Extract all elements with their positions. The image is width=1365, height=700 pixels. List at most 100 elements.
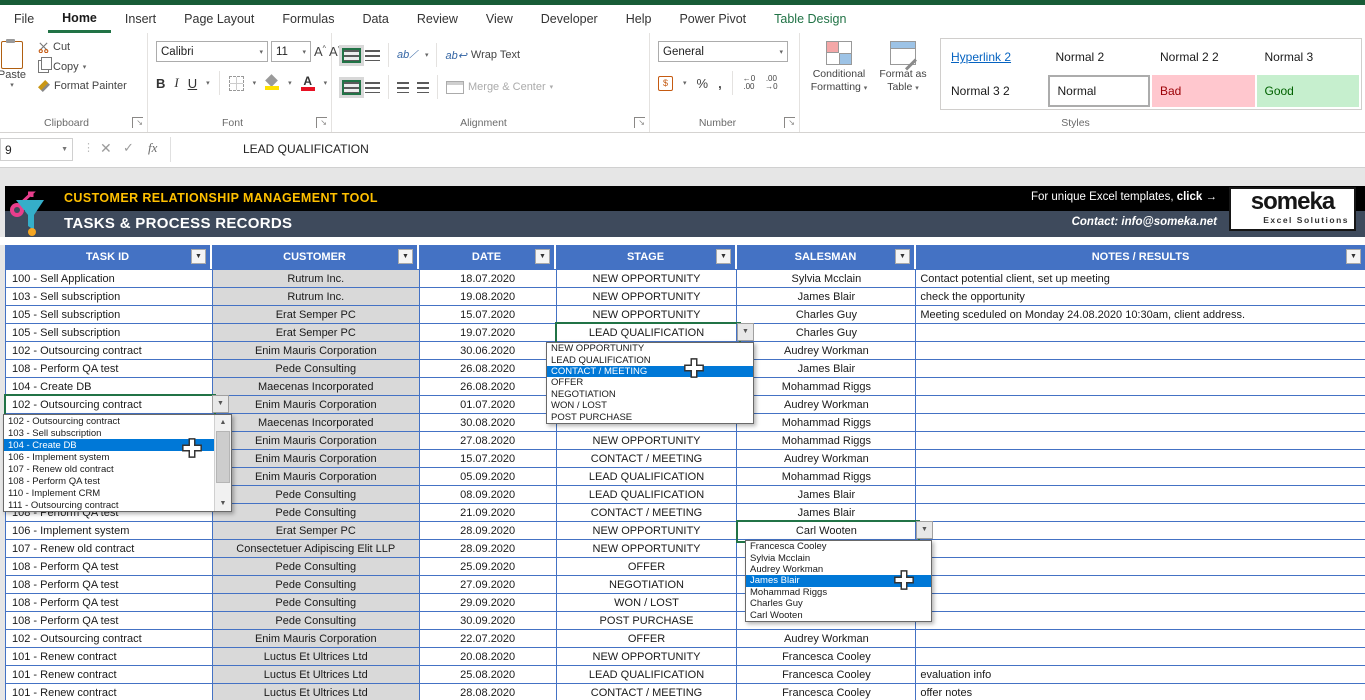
cell-notes[interactable]: evaluation info xyxy=(916,666,1365,684)
cell-customer[interactable]: Enim Mauris Corporation xyxy=(213,630,420,648)
number-format-select[interactable]: General▾ xyxy=(658,41,788,62)
cell-stage[interactable]: WON / LOST xyxy=(557,594,738,612)
filter-button[interactable]: ▼ xyxy=(716,249,731,264)
cell-stage[interactable]: CONTACT / MEETING xyxy=(557,504,738,522)
cell-date[interactable]: 27.08.2020 xyxy=(420,432,557,450)
cell-date[interactable]: 01.07.2020 xyxy=(420,396,557,414)
style-chip-normal[interactable]: Normal xyxy=(1048,75,1151,107)
tab-help[interactable]: Help xyxy=(612,5,666,33)
style-chip-good[interactable]: Good xyxy=(1257,75,1360,107)
cell-notes[interactable] xyxy=(916,522,1365,540)
dropdown-scrollbar[interactable]: ▲ ▼ xyxy=(214,415,231,511)
cell-notes[interactable] xyxy=(916,450,1365,468)
name-box-dropdown-icon[interactable]: ▼ xyxy=(61,146,68,153)
cell-stage[interactable]: NEGOTIATION xyxy=(557,576,738,594)
cell-customer[interactable]: Erat Semper PC xyxy=(213,306,420,324)
cell-customer[interactable]: Pede Consulting xyxy=(213,576,420,594)
cell-date[interactable]: 25.08.2020 xyxy=(420,666,557,684)
cell-customer[interactable]: Luctus Et Ultrices Ltd xyxy=(213,648,420,666)
task-option[interactable]: 107 - Renew old contract xyxy=(4,463,214,475)
cell-customer[interactable]: Rutrum Inc. xyxy=(213,288,420,306)
cell-notes[interactable] xyxy=(916,360,1365,378)
cell-notes[interactable] xyxy=(916,378,1365,396)
stage-option[interactable]: NEW OPPORTUNITY xyxy=(547,343,753,354)
cell-notes[interactable]: Meeting sceduled on Monday 24.08.2020 10… xyxy=(916,306,1365,324)
cell-customer[interactable]: Erat Semper PC xyxy=(213,324,420,342)
tab-home[interactable]: Home xyxy=(48,5,111,33)
cell-stage[interactable]: NEW OPPORTUNITY xyxy=(557,648,738,666)
cell-salesman[interactable]: Audrey Workman xyxy=(737,630,916,648)
cell-customer[interactable]: Pede Consulting xyxy=(213,360,420,378)
cell-date[interactable]: 25.09.2020 xyxy=(420,558,557,576)
cell-customer[interactable]: Luctus Et Ultrices Ltd xyxy=(213,684,420,700)
tab-formulas[interactable]: Formulas xyxy=(268,5,348,33)
cell-notes[interactable] xyxy=(916,468,1365,486)
cell-task[interactable]: 105 - Sell subscription xyxy=(6,306,213,324)
cell-customer[interactable]: Maecenas Incorporated xyxy=(213,378,420,396)
tab-insert[interactable]: Insert xyxy=(111,5,170,33)
cell-date[interactable]: 28.08.2020 xyxy=(420,684,557,700)
font-color-button[interactable]: A xyxy=(301,75,315,91)
cell-salesman[interactable]: Francesca Cooley xyxy=(737,666,916,684)
cell-date[interactable]: 30.08.2020 xyxy=(420,414,557,432)
tab-table-design[interactable]: Table Design xyxy=(760,5,860,33)
cell-date[interactable]: 27.09.2020 xyxy=(420,576,557,594)
banner-promo[interactable]: For unique Excel templates, click → xyxy=(1031,191,1217,203)
fill-color-button[interactable] xyxy=(265,76,279,90)
cell-task[interactable]: 108 - Perform QA test xyxy=(6,576,213,594)
cell-date[interactable]: 05.09.2020 xyxy=(420,468,557,486)
tab-developer[interactable]: Developer xyxy=(527,5,612,33)
cell-salesman[interactable]: Mohammad Riggs xyxy=(737,468,916,486)
name-box[interactable]: 9 ▼ xyxy=(0,138,73,161)
accounting-format-button[interactable]: $ xyxy=(658,76,673,91)
borders-button[interactable] xyxy=(229,76,244,91)
cell-date[interactable]: 15.07.2020 xyxy=(420,450,557,468)
cell-task[interactable]: 108 - Perform QA test xyxy=(6,594,213,612)
cell-date[interactable]: 26.08.2020 xyxy=(420,360,557,378)
tab-page-layout[interactable]: Page Layout xyxy=(170,5,268,33)
cell-task[interactable]: 104 - Create DB xyxy=(6,378,213,396)
cell-customer[interactable]: Pede Consulting xyxy=(213,612,420,630)
cell-date[interactable]: 28.09.2020 xyxy=(420,522,557,540)
cell-customer[interactable]: Enim Mauris Corporation xyxy=(213,450,420,468)
cell-stage[interactable]: LEAD QUALIFICATION xyxy=(557,666,738,684)
cell-task[interactable]: 101 - Renew contract xyxy=(6,648,213,666)
cell-date[interactable]: 19.07.2020 xyxy=(420,324,557,342)
cell-stage[interactable]: NEW OPPORTUNITY xyxy=(557,288,738,306)
cell-notes[interactable] xyxy=(916,648,1365,666)
filter-button[interactable]: ▼ xyxy=(398,249,413,264)
cell-salesman[interactable]: Audrey Workman xyxy=(737,396,916,414)
cell-notes[interactable] xyxy=(916,486,1365,504)
comma-style-button[interactable]: , xyxy=(718,76,722,91)
salesman-option[interactable]: Charles Guy xyxy=(746,598,931,609)
cell-notes[interactable] xyxy=(916,432,1365,450)
cell-stage[interactable]: NEW OPPORTUNITY xyxy=(557,540,738,558)
cell-task[interactable]: 108 - Perform QA test xyxy=(6,612,213,630)
cell-task[interactable]: 100 - Sell Application xyxy=(6,270,213,288)
cell-date[interactable]: 15.07.2020 xyxy=(420,306,557,324)
cell-customer[interactable]: Enim Mauris Corporation xyxy=(213,342,420,360)
salesman-option[interactable]: Sylvia Mcclain xyxy=(746,552,931,563)
cell-task[interactable]: 108 - Perform QA test xyxy=(6,558,213,576)
stage-option[interactable]: WON / LOST xyxy=(547,400,753,411)
cell-task[interactable]: 108 - Perform QA test xyxy=(6,360,213,378)
cell-salesman[interactable]: James Blair xyxy=(737,504,916,522)
cell-stage[interactable]: NEW OPPORTUNITY xyxy=(557,522,738,540)
cell-customer[interactable]: Maecenas Incorporated xyxy=(213,414,420,432)
copy-button[interactable]: Copy▾ xyxy=(38,60,127,73)
cell-stage[interactable]: LEAD QUALIFICATION xyxy=(557,468,738,486)
tab-view[interactable]: View xyxy=(472,5,527,33)
cell-salesman[interactable]: Audrey Workman xyxy=(737,450,916,468)
cell-customer[interactable]: Pede Consulting xyxy=(213,486,420,504)
align-bottom-button[interactable] xyxy=(365,50,380,61)
cell-date[interactable]: 20.08.2020 xyxy=(420,648,557,666)
cell-notes[interactable]: Contact potential client, set up meeting xyxy=(916,270,1365,288)
cell-salesman[interactable]: Carl Wooten xyxy=(737,522,916,540)
cell-notes[interactable]: check the opportunity xyxy=(916,288,1365,306)
cell-salesman[interactable]: Audrey Workman xyxy=(737,342,916,360)
style-chip-normal-2-2[interactable]: Normal 2 2 xyxy=(1152,41,1255,73)
cell-customer[interactable]: Enim Mauris Corporation xyxy=(213,396,420,414)
style-chip-normal-2[interactable]: Normal 2 xyxy=(1048,41,1151,73)
cell-task[interactable]: 102 - Outsourcing contract xyxy=(6,342,213,360)
cell-date[interactable]: 18.07.2020 xyxy=(420,270,557,288)
